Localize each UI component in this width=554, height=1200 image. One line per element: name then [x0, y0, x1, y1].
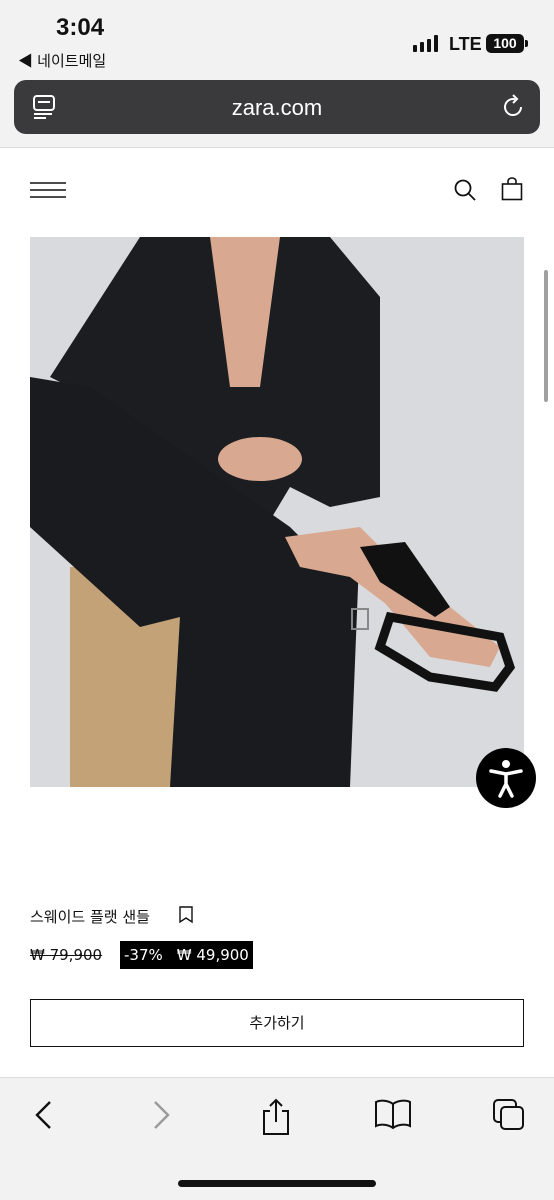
address-bar[interactable]: zara.com — [14, 80, 540, 134]
browser-top-bar: zara.com — [0, 76, 554, 148]
battery-icon: 100 — [486, 34, 524, 53]
share-icon[interactable] — [260, 1098, 292, 1136]
clock: 3:04 — [56, 14, 105, 41]
back-to-app-link[interactable]: ◀ 네이트메일 — [18, 50, 106, 71]
product-image[interactable] — [30, 237, 524, 787]
search-icon[interactable] — [453, 178, 477, 202]
forward-arrow-icon[interactable] — [148, 1098, 174, 1132]
home-indicator[interactable] — [178, 1180, 376, 1187]
back-arrow-icon[interactable] — [30, 1098, 56, 1132]
product-photo-illustration — [30, 237, 524, 787]
tabs-icon[interactable] — [492, 1098, 526, 1132]
original-price: ₩ 79,900 — [30, 946, 103, 964]
sale-price: ₩ 49,900 — [176, 946, 249, 964]
accessibility-button[interactable] — [476, 748, 536, 808]
add-to-cart-button[interactable]: 추가하기 — [30, 999, 524, 1047]
bookmark-icon[interactable] — [178, 906, 194, 924]
status-bar: 3:04 ◀ 네이트메일 LTE 100 — [0, 0, 554, 76]
discount-percent: -37% — [124, 946, 163, 964]
signal-strength-icon — [413, 34, 438, 52]
reload-icon[interactable] — [500, 94, 526, 120]
sale-price-badge: -37% ₩ 49,900 — [120, 941, 253, 969]
product-name: 스웨이드 플랫 샌들 — [30, 908, 150, 926]
url-text[interactable]: zara.com — [14, 95, 540, 121]
accessibility-icon — [489, 760, 523, 798]
bookmarks-icon[interactable] — [374, 1098, 412, 1132]
hamburger-icon[interactable] — [30, 181, 66, 199]
network-type: LTE — [449, 34, 482, 54]
battery-tip — [525, 40, 528, 47]
shopping-bag-icon[interactable] — [501, 177, 523, 201]
scroll-indicator[interactable] — [544, 270, 548, 402]
